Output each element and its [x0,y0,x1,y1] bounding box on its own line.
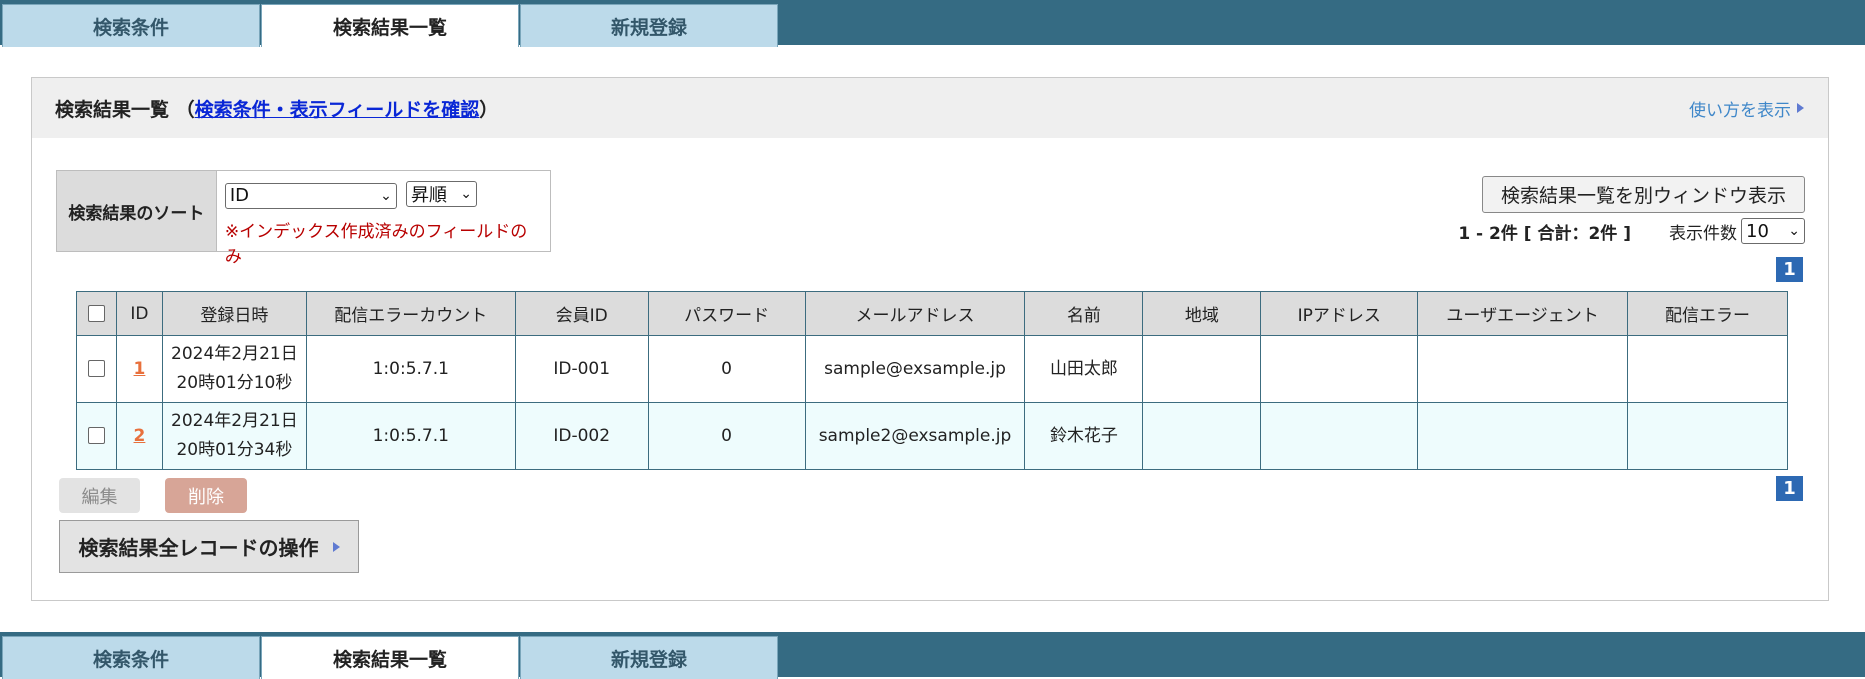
member-id-cell: ID-002 [514,402,649,470]
ip-cell [1260,335,1419,403]
delivery-error-cell [1627,335,1788,403]
table-row: 2 2024年2月21日 20時01分34秒 1:0:5.7.1 ID-002 0… [76,402,1788,470]
show-howto-link[interactable]: 使い方を表示 [1689,96,1804,121]
email-cell: sample2@exsample.jp [804,402,1026,470]
error-count-cell: 1:0:5.7.1 [305,402,516,470]
per-page-label: 表示件数 [1669,223,1737,244]
tab-search-results[interactable]: 検索結果一覧 [261,636,519,679]
triangle-right-icon [332,541,340,552]
select-all-cell [76,291,117,336]
table-row: 1 2024年2月21日 20時01分10秒 1:0:5.7.1 ID-001 0… [76,335,1788,403]
page-title-text: 検索結果一覧 [55,98,170,121]
chevron-down-icon: ⌄ [1788,223,1800,239]
row-checkbox[interactable] [87,360,105,377]
tab-search-conditions[interactable]: 検索条件 [2,636,260,679]
name-cell: 鈴木花子 [1024,402,1144,470]
record-id-link[interactable]: 2 [134,426,146,446]
all-records-label: 検索結果全レコードの操作 [78,536,319,560]
results-table: ID 登録日時 配信エラーカウント 会員ID パスワード メールアドレス 名前 … [76,291,1788,470]
sort-note: ※インデックス作成済みのフィールドのみ [224,221,528,267]
page-1-link[interactable]: 1 [1776,257,1803,282]
results-panel: 検索結果一覧 （検索条件・表示フィールドを確認） 使い方を表示 検索結果のソート… [31,77,1829,601]
tab-new-registration[interactable]: 新規登録 [520,4,778,47]
sort-field-select[interactable]: ID ⌄ [224,182,397,209]
paren-open: （ [175,98,195,121]
result-count-row: 1 - 2件 [ 合計：2件 ] 表示件数 10 ⌄ [1458,217,1805,245]
tab-search-conditions[interactable]: 検索条件 [2,4,260,47]
tab-new-registration[interactable]: 新規登録 [520,636,778,679]
column-header[interactable]: 配信エラーカウント [305,291,516,336]
date-cell: 2024年2月21日 20時01分10秒 [161,335,307,403]
edit-button[interactable]: 編集 [59,478,140,513]
password-cell: 0 [647,335,806,403]
member-id-cell: ID-001 [514,335,649,403]
time-text: 20時01分10秒 [176,373,293,393]
row-select-cell [76,402,117,470]
chevron-down-icon: ⌄ [460,186,472,202]
delete-button[interactable]: 削除 [165,478,247,513]
date-cell: 2024年2月21日 20時01分34秒 [161,402,307,470]
chevron-down-icon: ⌄ [380,187,392,204]
per-page-select[interactable]: 10 ⌄ [1741,218,1805,244]
all-records-operation-button[interactable]: 検索結果全レコードの操作 [59,520,359,573]
panel-header: 検索結果一覧 （検索条件・表示フィールドを確認） 使い方を表示 [32,78,1828,138]
user-agent-cell [1417,335,1628,403]
top-tab-bar: 検索条件 検索結果一覧 新規登録 [0,0,1865,47]
sort-controls: ID ⌄ 昇順 ⌄ ※インデックス作成済みのフィールドのみ [217,171,550,267]
per-page-value: 10 [1746,220,1769,242]
triangle-right-icon [1797,103,1804,113]
error-count-cell: 1:0:5.7.1 [305,335,516,403]
sort-field-value: ID [229,185,250,206]
column-header[interactable]: ID [115,291,163,336]
sort-box: 検索結果のソート ID ⌄ 昇順 ⌄ ※インデックス作成済みのフィールドのみ [56,170,551,267]
page-title: 検索結果一覧 （検索条件・表示フィールドを確認） [55,95,498,122]
email-cell: sample@exsample.jp [804,335,1026,403]
id-cell: 1 [115,335,163,403]
password-cell: 0 [647,402,806,470]
date-text: 2024年2月21日 [171,411,298,431]
row-checkbox[interactable] [87,427,105,444]
column-header[interactable]: ユーザエージェント [1417,291,1628,336]
paren-close: ） [479,98,499,121]
record-id-link[interactable]: 1 [134,359,146,379]
select-all-checkbox[interactable] [87,305,105,322]
page-1-link[interactable]: 1 [1776,476,1803,501]
result-count: 1 - 2件 [ 合計：2件 ] [1458,223,1631,244]
delivery-error-cell [1627,402,1788,470]
sort-label: 検索結果のソート [57,171,217,251]
column-header[interactable]: 登録日時 [161,291,307,336]
column-header[interactable]: 名前 [1024,291,1144,336]
name-cell: 山田太郎 [1024,335,1144,403]
check-conditions-link[interactable]: 検索条件・表示フィールドを確認 [195,99,480,121]
bottom-tab-bar: 検索条件 検索結果一覧 新規登録 [0,632,1865,679]
column-header[interactable]: IPアドレス [1260,291,1419,336]
sort-order-value: 昇順 [410,185,447,206]
region-cell [1142,402,1262,470]
time-text: 20時01分34秒 [176,440,293,460]
id-cell: 2 [115,402,163,470]
ip-cell [1260,402,1419,470]
column-header[interactable]: 配信エラー [1627,291,1788,336]
row-select-cell [76,335,117,403]
column-header[interactable]: パスワード [647,291,806,336]
region-cell [1142,335,1262,403]
date-text: 2024年2月21日 [171,344,298,364]
howto-label: 使い方を表示 [1689,100,1791,121]
column-header[interactable]: 会員ID [514,291,649,336]
column-header[interactable]: 地域 [1142,291,1262,336]
sort-order-select[interactable]: 昇順 ⌄ [405,181,477,207]
column-header[interactable]: メールアドレス [804,291,1026,336]
user-agent-cell [1417,402,1628,470]
tab-search-results[interactable]: 検索結果一覧 [261,4,519,47]
table-header-row: ID 登録日時 配信エラーカウント 会員ID パスワード メールアドレス 名前 … [76,291,1788,336]
open-in-new-window-button[interactable]: 検索結果一覧を別ウィンドウ表示 [1482,176,1805,213]
